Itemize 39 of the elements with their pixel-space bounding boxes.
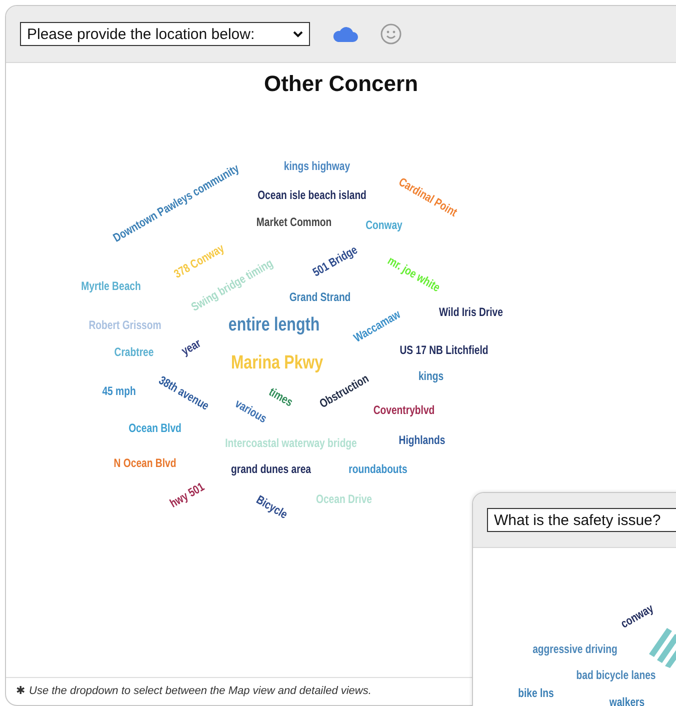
cloud-word: roundabouts — [348, 463, 408, 475]
footer-note: Use the dropdown to select between the Map view and detailed views. — [29, 684, 372, 696]
cloud-word: US 17 NB Litchfield — [400, 344, 488, 356]
cloud-word: Conway — [366, 219, 402, 231]
cloud-icon[interactable] — [332, 25, 358, 43]
cloud-word: kings — [418, 370, 444, 382]
cloud-word: mr. joe white — [386, 254, 442, 294]
chart-title: Other Concern — [262, 71, 420, 97]
cloud-word: bad bicycle lanes — [576, 669, 656, 681]
cloud-word: walkers — [609, 696, 645, 706]
cloud-word: grand dunes area — [231, 463, 312, 475]
cloud-word: aggressive driving — [532, 643, 618, 655]
cloud-word: Intercoastal waterway bridge — [225, 437, 357, 449]
cloud-word: bike lns — [518, 687, 554, 699]
cloud-word: Ocean Drive — [316, 493, 372, 505]
cloud-word: kings highway — [284, 160, 350, 172]
cloud-word: Crabtree — [114, 346, 154, 358]
cloud-word: 501 Bridge — [310, 244, 360, 278]
cloud-word: Grand Strand — [289, 291, 351, 303]
cloud-word: Wild Iris Drive — [439, 306, 503, 318]
caret-icon — [293, 30, 303, 38]
cloud-word: year — [179, 336, 203, 358]
cloud-word: 45 mph — [102, 385, 136, 397]
cloud-word: entire length — [228, 316, 320, 334]
cloud-word: Market Common — [256, 216, 332, 228]
cloud-word: Coventryblvd — [373, 404, 435, 416]
location-dropdown[interactable]: Please provide the location below: — [20, 22, 310, 46]
safety-issue-dropdown[interactable]: What is the safety issue? — [487, 508, 676, 532]
smiley-icon[interactable] — [380, 23, 402, 45]
cloud-word: times — [267, 386, 295, 408]
cloud-word: Marina Pkwy — [230, 354, 324, 372]
asterisk-marker: ✱ — [16, 684, 25, 697]
cloud-word: hwy 501 — [168, 480, 206, 510]
cloud-word: Highlands — [398, 434, 446, 446]
cloud-word: Robert Grissom — [88, 319, 162, 331]
cloud-word: Ocean isle beach island — [258, 189, 366, 201]
cloud-word: N Ocean Blvd — [114, 457, 176, 469]
cloud-word: Myrtle Beach — [81, 280, 141, 292]
cloud-word: Ocean Blvd — [128, 422, 182, 434]
